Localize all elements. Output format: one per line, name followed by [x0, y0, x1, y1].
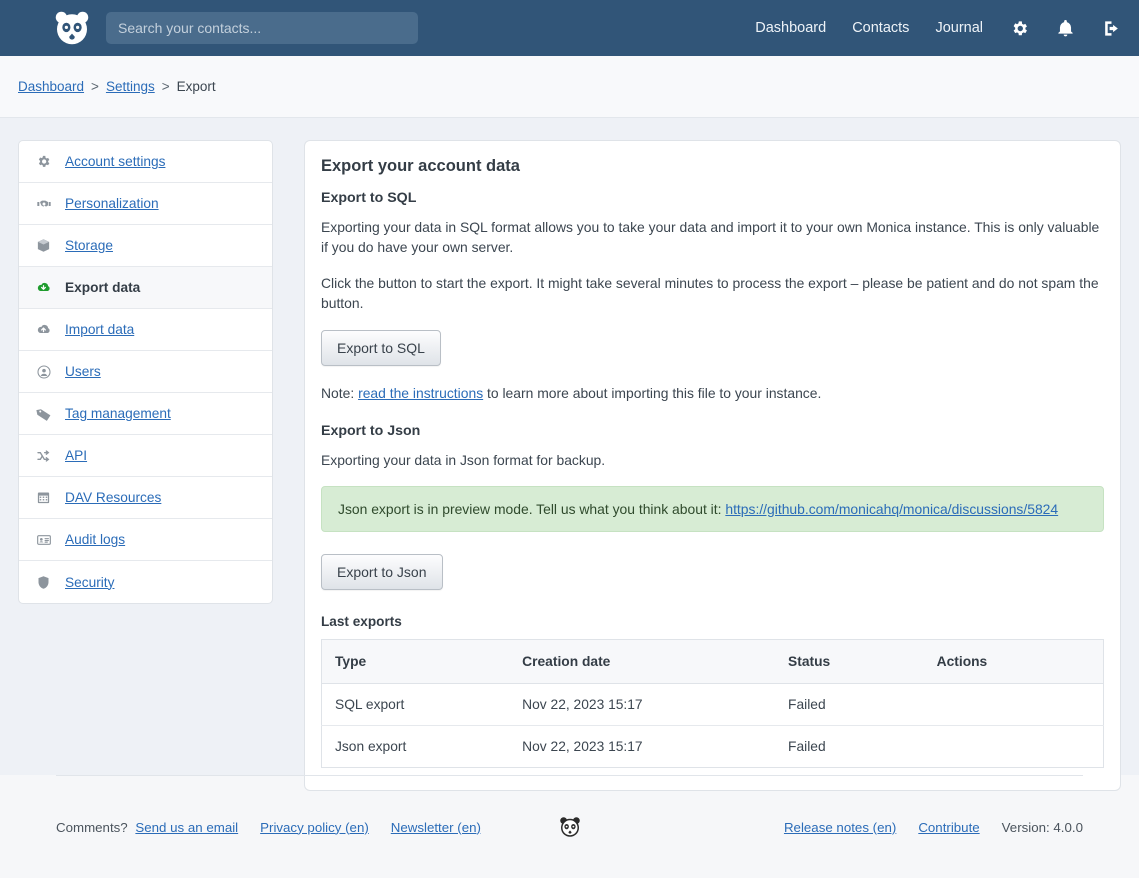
cell-status: Failed [775, 725, 924, 767]
table-header-row: Type Creation date Status Actions [322, 639, 1104, 683]
sidebar-item-label: API [65, 448, 87, 463]
sidebar-item-dav-resources[interactable]: DAV Resources [19, 477, 272, 519]
sidebar-item-import-data[interactable]: Import data [19, 309, 272, 351]
sidebar-item-security[interactable]: Security [19, 561, 272, 603]
breadcrumb: Dashboard > Settings > Export [0, 56, 1139, 118]
top-navigation-bar: Dashboard Contacts Journal [0, 0, 1139, 56]
bell-icon[interactable] [1055, 18, 1075, 38]
search-input[interactable] [106, 12, 418, 44]
sidebar-item-label: Account settings [65, 154, 165, 169]
gear-icon[interactable] [1009, 18, 1029, 38]
cell-creation-date: Nov 22, 2023 15:17 [509, 683, 775, 725]
footer-comments-group: Comments? Send us an email [56, 820, 238, 835]
settings-sidebar: Account settings Personalization Storage [18, 140, 273, 604]
column-header-type: Type [322, 639, 510, 683]
export-to-json-button[interactable]: Export to Json [321, 554, 443, 590]
page-body: Account settings Personalization Storage [0, 118, 1139, 775]
calendar-icon [35, 489, 52, 506]
sidebar-item-account-settings[interactable]: Account settings [19, 141, 272, 183]
panda-logo-icon[interactable] [52, 8, 92, 48]
cell-type: Json export [322, 725, 510, 767]
json-alert-text: Json export is in preview mode. Tell us … [338, 501, 721, 517]
last-exports-heading: Last exports [321, 614, 1104, 629]
breadcrumb-separator: > [162, 79, 170, 94]
handshake-icon [35, 195, 52, 212]
sidebar-item-audit-logs[interactable]: Audit logs [19, 519, 272, 561]
user-circle-icon [35, 363, 52, 380]
sql-note-suffix: to learn more about importing this file … [487, 385, 821, 401]
sidebar-item-storage[interactable]: Storage [19, 225, 272, 267]
sidebar-item-tag-management[interactable]: Tag management [19, 393, 272, 435]
tag-icon [35, 405, 52, 422]
json-paragraph: Exporting your data in Json format for b… [321, 450, 1104, 470]
breadcrumb-dashboard[interactable]: Dashboard [18, 79, 84, 94]
sidebar-item-export-data[interactable]: Export data [19, 267, 272, 309]
sql-paragraph-2: Click the button to start the export. It… [321, 273, 1104, 313]
sidebar-item-label: Export data [65, 280, 140, 295]
export-to-sql-button[interactable]: Export to SQL [321, 330, 441, 366]
cloud-upload-icon [35, 321, 52, 338]
sidebar-item-label: Users [65, 364, 101, 379]
sidebar-item-label: Personalization [65, 196, 159, 211]
footer-left-links: Comments? Send us an email Privacy polic… [56, 820, 481, 835]
nav-dashboard[interactable]: Dashboard [755, 20, 826, 36]
newsletter-link[interactable]: Newsletter (en) [391, 820, 481, 835]
breadcrumb-separator: > [91, 79, 99, 94]
breadcrumb-settings[interactable]: Settings [106, 79, 155, 94]
privacy-policy-link[interactable]: Privacy policy (en) [260, 820, 369, 835]
export-panel: Export your account data Export to SQL E… [304, 140, 1121, 791]
sidebar-item-label: Audit logs [65, 532, 125, 547]
sidebar-item-label: Import data [65, 322, 134, 337]
sidebar-item-users[interactable]: Users [19, 351, 272, 393]
contribute-link[interactable]: Contribute [918, 820, 979, 835]
column-header-actions: Actions [924, 639, 1104, 683]
nav-contacts[interactable]: Contacts [852, 20, 909, 36]
sql-paragraph-1: Exporting your data in SQL format allows… [321, 217, 1104, 257]
box-icon [35, 237, 52, 254]
page-title: Export your account data [321, 157, 1104, 176]
page-footer: Comments? Send us an email Privacy polic… [0, 775, 1139, 878]
sidebar-item-label: Security [65, 575, 114, 590]
sidebar-item-api[interactable]: API [19, 435, 272, 477]
read-instructions-link[interactable]: read the instructions [358, 385, 483, 401]
cell-actions [924, 725, 1104, 767]
release-notes-link[interactable]: Release notes (en) [784, 820, 896, 835]
column-header-status: Status [775, 639, 924, 683]
footer-comments-label: Comments? [56, 820, 128, 835]
sql-note: Note: read the instructions to learn mor… [321, 385, 1104, 401]
sidebar-item-label: Storage [65, 238, 113, 253]
send-email-link[interactable]: Send us an email [135, 820, 238, 835]
gear-icon [35, 153, 52, 170]
json-preview-alert: Json export is in preview mode. Tell us … [321, 486, 1104, 532]
breadcrumb-current: Export [177, 79, 216, 94]
json-section-heading: Export to Json [321, 423, 1104, 439]
cell-creation-date: Nov 22, 2023 15:17 [509, 725, 775, 767]
sidebar-item-label: Tag management [65, 406, 171, 421]
logout-icon[interactable] [1101, 18, 1121, 38]
cloud-download-icon [35, 279, 52, 296]
table-row: SQL export Nov 22, 2023 15:17 Failed [322, 683, 1104, 725]
shuffle-icon [35, 447, 52, 464]
sidebar-item-personalization[interactable]: Personalization [19, 183, 272, 225]
shield-icon [35, 574, 52, 591]
last-exports-table: Type Creation date Status Actions SQL ex… [321, 639, 1104, 768]
cell-actions [924, 683, 1104, 725]
nav-links-group: Dashboard Contacts Journal [755, 18, 1121, 38]
sidebar-item-label: DAV Resources [65, 490, 161, 505]
column-header-creation-date: Creation date [509, 639, 775, 683]
sql-note-prefix: Note: [321, 385, 354, 401]
footer-right-links: Release notes (en) Contribute Version: 4… [784, 820, 1083, 835]
cell-status: Failed [775, 683, 924, 725]
panda-logo-icon [558, 815, 582, 839]
json-discussion-link[interactable]: https://github.com/monicahq/monica/discu… [725, 501, 1058, 517]
table-row: Json export Nov 22, 2023 15:17 Failed [322, 725, 1104, 767]
id-card-icon [35, 531, 52, 548]
sql-section-heading: Export to SQL [321, 190, 1104, 206]
nav-journal[interactable]: Journal [935, 20, 983, 36]
version-label: Version: 4.0.0 [1002, 820, 1083, 835]
cell-type: SQL export [322, 683, 510, 725]
